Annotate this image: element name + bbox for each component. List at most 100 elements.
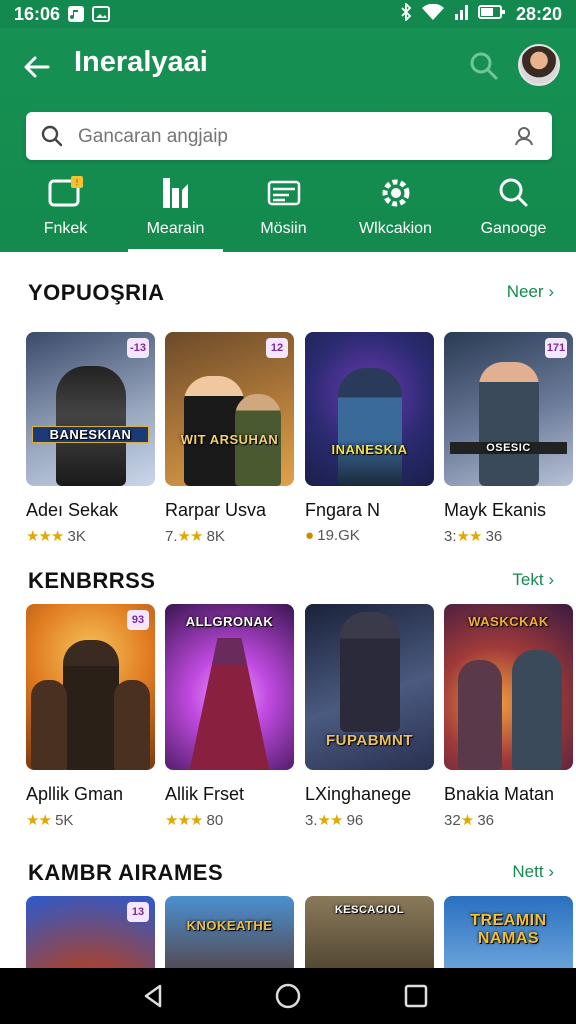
game-thumbnail: -13 BANESKIAN — [26, 332, 155, 486]
more-label: Nett — [512, 862, 544, 881]
tab-label: Fnkek — [43, 220, 88, 237]
header: Ineralyaai ! Fnkek Mearain Mösiin Wlkcak… — [0, 28, 576, 252]
search-icon — [470, 52, 498, 80]
content: YOPUOŞRIA Neer › -13 BANESKIAN Adeı Seka… — [0, 252, 576, 968]
section-header: KENBRRSS Tekt › — [28, 560, 554, 600]
game-thumbnail: 93 — [26, 604, 155, 770]
more-label: Tekt — [512, 570, 544, 589]
download-count: 80 — [206, 812, 224, 829]
game-logo-text: TREAMIN NAMAS — [470, 912, 547, 947]
game-card[interactable]: 93 Apllik Gman ★★ 5K — [26, 604, 155, 829]
game-card[interactable]: FUPABMNT LXinghanege 3.★★ 96 — [305, 604, 434, 829]
game-icon: ! — [48, 176, 83, 207]
game-card[interactable]: 13 — [26, 896, 155, 968]
game-card[interactable]: INANESKIA Fngara N ● 19.GK — [305, 332, 434, 544]
game-card[interactable]: 12 WIT ARSUHAN Rarpar Usva 7.★★ 8K — [165, 332, 294, 545]
age-badge: 12 — [266, 338, 288, 358]
game-rating: ★★★ 3K — [26, 527, 155, 545]
game-title: Fngara N — [305, 500, 381, 520]
tab-mosiin[interactable]: Mösiin — [226, 174, 341, 252]
status-time-right: 28:20 — [515, 3, 562, 24]
image-icon — [92, 6, 111, 22]
star-rating-icon: ★ — [460, 812, 474, 829]
game-rating: ● 19.GK — [305, 527, 434, 544]
search-button[interactable] — [468, 50, 500, 82]
back-button[interactable] — [20, 50, 54, 84]
search-icon — [499, 178, 527, 207]
section-more-link[interactable]: Tekt › — [512, 570, 554, 590]
age-badge: 13 — [127, 902, 149, 922]
game-card[interactable]: WASKCKAK Bnakia Matan 32★ 36 — [444, 604, 573, 829]
search-input[interactable] — [76, 120, 480, 154]
tab-label: Wlkcakion — [359, 220, 432, 237]
game-thumbnail: FUPABMNT — [305, 604, 434, 770]
game-logo-text: ALLGRONAK — [185, 614, 274, 629]
tab-wlkcakion[interactable]: Wlkcakion — [338, 174, 453, 252]
home-nav-icon[interactable] — [274, 982, 302, 1010]
section-title: YOPUOŞRIA — [28, 280, 165, 305]
download-count: 19.GK — [317, 527, 360, 544]
game-card[interactable]: -13 BANESKIAN Adeı Sekak ★★★ 3K — [26, 332, 155, 545]
game-title: Bnakia Matan — [444, 784, 555, 804]
game-thumbnail: 171 OSESIC — [444, 332, 573, 486]
rating-prefix: 32 — [444, 812, 461, 829]
search-bar — [26, 112, 552, 160]
tab-fnkek[interactable]: ! Fnkek — [8, 174, 123, 252]
voice-search-icon[interactable] — [512, 124, 536, 148]
game-logo-text: INANESKIA — [331, 442, 408, 457]
tab-label: Mearain — [146, 220, 205, 237]
age-badge: 171 — [545, 338, 567, 358]
category-tabs: ! Fnkek Mearain Mösiin Wlkcakion Ganooge — [0, 174, 576, 252]
game-logo-text: FUPABMNT — [325, 732, 414, 749]
arrow-left-icon — [24, 56, 50, 78]
game-card[interactable]: TREAMIN NAMAS — [444, 896, 573, 968]
game-rating: 3:★★ 36 — [444, 527, 573, 545]
game-logo-text: WASKCKAK — [468, 614, 549, 629]
game-thumbnail: KESCACIOL — [305, 896, 434, 968]
game-thumbnail: INANESKIA — [305, 332, 434, 486]
game-card[interactable]: ALLGRONAK Allik Frset ★★★ 80 — [165, 604, 294, 829]
game-thumbnail: 12 WIT ARSUHAN — [165, 332, 294, 486]
download-count: 36 — [485, 528, 503, 545]
star-rating-icon: ★★★ — [26, 528, 64, 545]
age-badge: -13 — [127, 338, 149, 358]
game-logo-text: BANESKIAN — [32, 426, 149, 443]
game-rating: ★★ 5K — [26, 811, 155, 829]
tab-mearain[interactable]: Mearain — [118, 174, 233, 252]
game-card[interactable]: 171 OSESIC Mayk Ekanis 3:★★ 36 — [444, 332, 573, 545]
download-count: 36 — [477, 812, 494, 829]
section-header: YOPUOŞRIA Neer › — [28, 272, 554, 312]
section-more-link[interactable]: Nett › — [512, 862, 554, 882]
card-icon — [267, 180, 300, 206]
recents-nav-icon[interactable] — [402, 982, 430, 1010]
game-card[interactable]: KNOKEATHE — [165, 896, 294, 968]
game-thumbnail: TREAMIN NAMAS — [444, 896, 573, 968]
game-title: Allik Frset — [165, 784, 245, 804]
game-rating: 7.★★ 8K — [165, 527, 294, 545]
battery-icon — [477, 4, 506, 25]
age-badge: 93 — [127, 610, 149, 630]
section-header: KAMBR AIRAMES Nett › — [28, 852, 554, 892]
signal-icon — [454, 4, 468, 25]
status-bar: 16:06 28:20 — [0, 0, 576, 28]
star-rating-icon: ★★ — [317, 812, 344, 829]
avatar[interactable] — [518, 44, 560, 86]
game-thumbnail: ALLGRONAK — [165, 604, 294, 770]
game-thumbnail: 13 — [26, 896, 155, 968]
game-card[interactable]: KESCACIOL — [305, 896, 434, 968]
tab-label: Ganooge — [480, 220, 547, 237]
game-thumbnail: KNOKEATHE — [165, 896, 294, 968]
game-title: LXinghanege — [305, 784, 412, 804]
game-title: Apllik Gman — [26, 784, 124, 804]
download-count: 96 — [346, 812, 364, 829]
download-count: 5K — [55, 812, 74, 829]
page-title: Ineralyaai — [74, 46, 208, 78]
download-count: 3K — [67, 528, 86, 545]
star-rating-icon: ★★★ — [165, 812, 203, 829]
tab-ganooge[interactable]: Ganooge — [456, 174, 571, 252]
section-more-link[interactable]: Neer › — [507, 282, 554, 302]
back-nav-icon[interactable] — [140, 982, 168, 1010]
chevron-right-icon: › — [548, 282, 554, 301]
search-icon — [41, 125, 63, 147]
bluetooth-icon — [400, 1, 412, 26]
